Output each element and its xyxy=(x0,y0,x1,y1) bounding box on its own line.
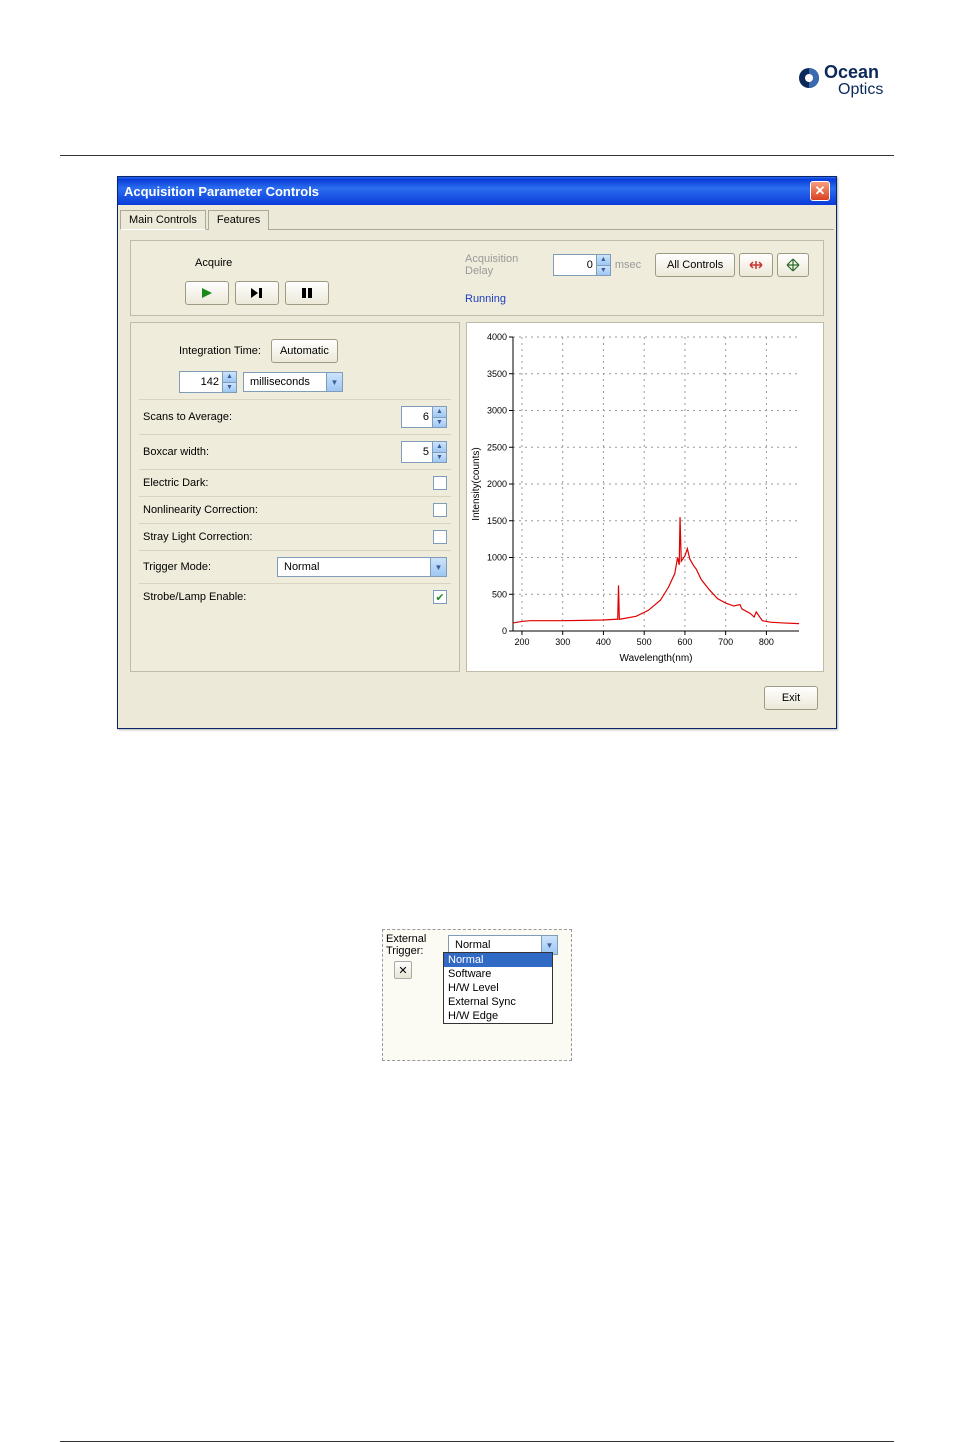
svg-text:4000: 4000 xyxy=(487,332,507,342)
boxcar-input[interactable] xyxy=(402,442,432,462)
up-arrow-icon[interactable]: ▲ xyxy=(432,407,446,417)
down-arrow-icon[interactable]: ▼ xyxy=(222,382,236,393)
spectrum-chart: 0 500 1000 1500 2000 2500 3000 3500 4000 200 300 40… xyxy=(466,322,824,672)
svg-text:600: 600 xyxy=(677,637,692,647)
option-hw-edge[interactable]: H/W Edge xyxy=(444,1009,552,1023)
tabstrip: Main Controls Features xyxy=(120,207,834,230)
down-arrow-icon[interactable]: ▼ xyxy=(596,265,610,276)
acq-delay-unit: msec xyxy=(615,259,641,271)
expand-horiz-button[interactable] xyxy=(739,253,773,277)
external-trigger-label: External Trigger: xyxy=(386,933,442,957)
svg-text:Optics: Optics xyxy=(838,81,883,98)
svg-text:1000: 1000 xyxy=(487,553,507,563)
nonlinearity-label: Nonlinearity Correction: xyxy=(143,504,258,516)
header-rule xyxy=(60,155,894,156)
up-arrow-icon[interactable]: ▲ xyxy=(432,442,446,452)
svg-text:1500: 1500 xyxy=(487,516,507,526)
external-trigger-options[interactable]: Normal Software H/W Level External Sync … xyxy=(443,952,553,1024)
electric-dark-label: Electric Dark: xyxy=(143,477,208,489)
option-normal[interactable]: Normal xyxy=(444,953,552,967)
up-arrow-icon[interactable]: ▲ xyxy=(596,255,610,265)
svg-text:500: 500 xyxy=(637,637,652,647)
acquire-panel: Acquire Acquis xyxy=(130,240,824,316)
integration-time-input[interactable] xyxy=(180,372,222,392)
svg-text:200: 200 xyxy=(514,637,529,647)
option-hw-level[interactable]: H/W Level xyxy=(444,981,552,995)
tab-features[interactable]: Features xyxy=(208,210,269,230)
integration-time-unit-select[interactable]: milliseconds ▼ xyxy=(243,372,343,392)
acq-delay-input[interactable] xyxy=(554,255,596,275)
acq-delay-spinner[interactable]: ▲▼ xyxy=(553,254,611,276)
option-software[interactable]: Software xyxy=(444,967,552,981)
scans-avg-spinner[interactable]: ▲▼ xyxy=(401,406,447,428)
expand-all-button[interactable] xyxy=(777,253,809,277)
svg-text:400: 400 xyxy=(596,637,611,647)
play-button[interactable] xyxy=(185,281,229,305)
stray-light-checkbox[interactable] xyxy=(433,530,447,544)
acquire-label: Acquire xyxy=(195,257,232,269)
window-title: Acquisition Parameter Controls xyxy=(124,184,319,199)
integration-time-spinner[interactable]: ▲▼ xyxy=(179,371,237,393)
tab-main-controls[interactable]: Main Controls xyxy=(120,210,206,230)
stray-light-label: Stray Light Correction: xyxy=(143,531,252,543)
strobe-label: Strobe/Lamp Enable: xyxy=(143,591,246,603)
strobe-checkbox[interactable]: ✔ xyxy=(433,590,447,604)
integration-automatic-button[interactable]: Automatic xyxy=(271,339,338,363)
running-status: Running xyxy=(465,293,506,305)
external-trigger-snippet: External Trigger: Normal ▼ ✕ Normal Soft… xyxy=(382,929,572,1061)
close-snippet-button[interactable]: ✕ xyxy=(394,961,412,979)
close-icon[interactable]: ✕ xyxy=(810,181,830,201)
option-external-sync[interactable]: External Sync xyxy=(444,995,552,1009)
svg-text:2000: 2000 xyxy=(487,479,507,489)
scans-avg-label: Scans to Average: xyxy=(143,411,232,423)
brand-logo: Ocean Optics xyxy=(794,60,894,102)
boxcar-spinner[interactable]: ▲▼ xyxy=(401,441,447,463)
svg-text:500: 500 xyxy=(492,589,507,599)
boxcar-label: Boxcar width: xyxy=(143,446,209,458)
up-arrow-icon[interactable]: ▲ xyxy=(222,372,236,382)
svg-text:Ocean: Ocean xyxy=(824,62,879,82)
down-arrow-icon[interactable]: ▼ xyxy=(432,417,446,428)
chevron-down-icon[interactable]: ▼ xyxy=(430,558,446,576)
svg-text:3500: 3500 xyxy=(487,369,507,379)
acq-delay-label: Acquisition Delay xyxy=(465,253,549,277)
exit-button[interactable]: Exit xyxy=(764,686,818,710)
svg-text:Wavelength(nm): Wavelength(nm) xyxy=(620,653,693,664)
electric-dark-checkbox[interactable] xyxy=(433,476,447,490)
svg-text:800: 800 xyxy=(759,637,774,647)
svg-text:300: 300 xyxy=(555,637,570,647)
svg-text:2500: 2500 xyxy=(487,442,507,452)
svg-text:700: 700 xyxy=(718,637,733,647)
titlebar[interactable]: Acquisition Parameter Controls ✕ xyxy=(118,177,836,205)
pause-button[interactable] xyxy=(285,281,329,305)
all-controls-button[interactable]: All Controls xyxy=(655,253,735,277)
acquisition-window: Acquisition Parameter Controls ✕ Main Co… xyxy=(117,176,837,729)
step-button[interactable] xyxy=(235,281,279,305)
trigger-mode-label: Trigger Mode: xyxy=(143,561,211,573)
params-panel: Integration Time: Automatic ▲▼ milliseco… xyxy=(130,322,460,672)
down-arrow-icon[interactable]: ▼ xyxy=(432,452,446,463)
scans-avg-input[interactable] xyxy=(402,407,432,427)
nonlinearity-checkbox[interactable] xyxy=(433,503,447,517)
svg-text:3000: 3000 xyxy=(487,406,507,416)
chevron-down-icon[interactable]: ▼ xyxy=(326,373,342,391)
svg-text:0: 0 xyxy=(502,626,507,636)
svg-text:Intensity(counts): Intensity(counts) xyxy=(471,447,482,520)
trigger-mode-select[interactable]: Normal ▼ xyxy=(277,557,447,577)
integration-time-label: Integration Time: xyxy=(179,345,261,357)
